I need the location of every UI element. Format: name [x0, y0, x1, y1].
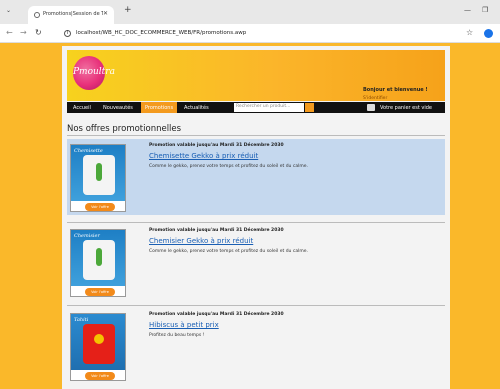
- main-menu: Accueil Nouveautés Promotions Actualités…: [67, 102, 445, 113]
- new-tab-button[interactable]: +: [124, 5, 132, 15]
- view-offer-button[interactable]: Voir l'offre: [85, 203, 115, 211]
- info-icon[interactable]: i: [64, 30, 71, 37]
- offer-description: Profitez du beau temps !: [149, 333, 205, 338]
- back-icon[interactable]: ←: [6, 28, 13, 37]
- search-input[interactable]: Rechercher un produit...: [234, 103, 304, 112]
- bookmark-star-icon[interactable]: ☆: [466, 28, 473, 37]
- forward-icon[interactable]: →: [20, 28, 27, 37]
- offer-image[interactable]: Chemisette Voir l'offre: [70, 144, 126, 212]
- url-field[interactable]: i localhost/WB_HC_DOC_ECOMMERCE_WEB/FR/p…: [62, 28, 462, 40]
- cart-icon[interactable]: [367, 104, 375, 111]
- offer-card: Chemisier Voir l'offre Promotion valable…: [67, 224, 445, 300]
- offer-title-link[interactable]: Hibiscus à petit prix: [149, 321, 219, 329]
- tab-search-icon[interactable]: ⌄: [6, 7, 11, 14]
- site-logo[interactable]: Pmoultra: [73, 56, 115, 90]
- close-tab-icon[interactable]: ✕: [103, 10, 108, 17]
- offer-card: Chemisette Voir l'offre Promotion valabl…: [67, 139, 445, 215]
- tab-title: Promotions|Session de Test: [43, 11, 103, 17]
- offer-brand: Chemisette: [74, 148, 103, 154]
- offer-separator: [67, 305, 445, 306]
- divider: [67, 135, 445, 136]
- globe-icon: [34, 12, 40, 18]
- minimize-icon[interactable]: —: [464, 6, 471, 14]
- reload-icon[interactable]: ↻: [35, 28, 42, 37]
- menu-item-accueil[interactable]: Accueil: [73, 105, 91, 111]
- menu-item-promotions[interactable]: Promotions: [141, 102, 178, 113]
- restore-icon[interactable]: ❐: [482, 6, 488, 14]
- offer-validity: Promotion valable jusqu'au Mardi 31 Déce…: [149, 228, 284, 233]
- signin-link[interactable]: S'identifier: [363, 96, 387, 101]
- offer-description: Comme le gekko, prenez votre temps et pr…: [149, 164, 308, 169]
- view-offer-button[interactable]: Voir l'offre: [85, 288, 115, 296]
- offer-brand: Tahiti: [74, 317, 89, 323]
- offer-card: Tahiti Voir l'offre Promotion valable ju…: [67, 308, 445, 384]
- menu-item-nouveautes[interactable]: Nouveautés: [103, 105, 133, 111]
- offer-separator: [67, 222, 445, 223]
- page-title: Nos offres promotionnelles: [67, 124, 182, 134]
- browser-tab-bar: ⌄ Promotions|Session de Test ✕ + — ❐: [0, 0, 500, 24]
- offer-image[interactable]: Chemisier Voir l'offre: [70, 229, 126, 297]
- offer-validity: Promotion valable jusqu'au Mardi 31 Déce…: [149, 312, 284, 317]
- site-banner: Pmoultra Bonjour et bienvenue ! S'identi…: [67, 50, 445, 101]
- welcome-text: Bonjour et bienvenue !: [363, 87, 428, 93]
- offer-description: Comme le gekko, prenez votre temps et pr…: [149, 249, 308, 254]
- menu-item-actualites[interactable]: Actualités: [184, 105, 209, 111]
- address-bar: ← → ↻ i localhost/WB_HC_DOC_ECOMMERCE_WE…: [0, 24, 500, 43]
- browser-tab[interactable]: Promotions|Session de Test ✕: [28, 6, 114, 24]
- offer-brand: Chemisier: [74, 233, 100, 239]
- offer-validity: Promotion valable jusqu'au Mardi 31 Déce…: [149, 143, 284, 148]
- offer-title-link[interactable]: Chemisette Gekko à prix réduit: [149, 152, 258, 160]
- view-offer-button[interactable]: Voir l'offre: [85, 372, 115, 380]
- cart-status[interactable]: Votre panier est vide: [380, 105, 432, 111]
- offer-title-link[interactable]: Chemisier Gekko à prix réduit: [149, 237, 253, 245]
- search-button[interactable]: [305, 103, 314, 112]
- profile-icon[interactable]: [484, 29, 493, 38]
- page-container: Pmoultra Bonjour et bienvenue ! S'identi…: [62, 46, 450, 389]
- offer-image[interactable]: Tahiti Voir l'offre: [70, 313, 126, 381]
- url-text: localhost/WB_HC_DOC_ECOMMERCE_WEB/FR/pro…: [76, 30, 247, 36]
